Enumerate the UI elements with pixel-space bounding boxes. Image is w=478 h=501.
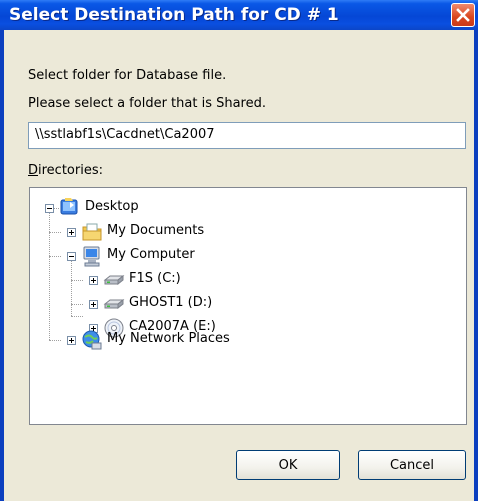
- path-input[interactable]: \\sstlabf1s\Cacdnet\Ca2007: [28, 122, 466, 149]
- tree-line: [49, 256, 61, 257]
- shared-note-label: Please select a folder that is Shared.: [28, 96, 266, 111]
- tree-line: [71, 256, 72, 316]
- desktop-collapse-toggle[interactable]: [45, 204, 54, 213]
- tree-line: [49, 340, 61, 341]
- my-documents-expand-toggle[interactable]: [67, 228, 76, 237]
- close-button[interactable]: [451, 3, 475, 27]
- folder-documents-icon: [82, 223, 102, 241]
- hard-drive-icon: [103, 298, 125, 310]
- close-icon: [456, 8, 470, 22]
- tree-line: [71, 304, 83, 305]
- tree-line: [71, 280, 83, 281]
- my-computer-collapse-toggle[interactable]: [67, 252, 76, 261]
- tree-node-my-documents[interactable]: My Documents: [107, 223, 204, 238]
- directory-tree[interactable]: Desktop My Documents My Computer F1S (C:…: [29, 187, 467, 425]
- drive-d-expand-toggle[interactable]: [89, 300, 98, 309]
- directories-label-rest: irectories:: [38, 163, 103, 178]
- tree-node-my-computer[interactable]: My Computer: [107, 247, 195, 262]
- select-folder-label: Select folder for Database file.: [28, 68, 227, 83]
- computer-icon: [83, 246, 100, 267]
- tree-node-drive-d[interactable]: GHOST1 (D:): [129, 295, 212, 310]
- cancel-button[interactable]: Cancel: [358, 450, 466, 480]
- dialog-body: Select folder for Database file. Please …: [4, 30, 474, 501]
- network-places-icon: [82, 330, 102, 350]
- tree-node-desktop[interactable]: Desktop: [85, 199, 139, 214]
- directories-accelerator: D: [28, 163, 39, 178]
- ok-button[interactable]: OK: [236, 450, 340, 480]
- title-bar[interactable]: Select Destination Path for CD # 1: [0, 0, 478, 30]
- drive-c-expand-toggle[interactable]: [89, 276, 98, 285]
- window-title: Select Destination Path for CD # 1: [9, 5, 339, 25]
- dialog-window: Select Destination Path for CD # 1 Selec…: [0, 0, 478, 501]
- tree-line: [49, 232, 61, 233]
- desktop-icon: [60, 198, 78, 215]
- tree-node-network[interactable]: My Network Places: [107, 331, 230, 346]
- directories-label: Directories:: [28, 163, 103, 178]
- hard-drive-icon: [103, 274, 125, 286]
- tree-node-drive-c[interactable]: F1S (C:): [129, 271, 181, 286]
- tree-line: [49, 208, 50, 340]
- tree-line: [71, 316, 83, 317]
- network-expand-toggle[interactable]: [67, 336, 76, 345]
